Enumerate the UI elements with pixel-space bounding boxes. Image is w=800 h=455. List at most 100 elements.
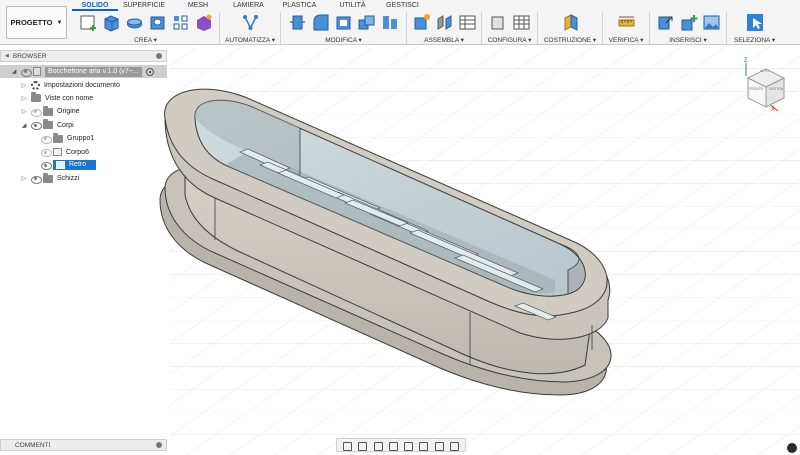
viewcube-face-right[interactable]: DESTRA bbox=[769, 87, 783, 91]
collapse-triangle-icon[interactable]: ◢ bbox=[10, 68, 18, 75]
folder-icon bbox=[43, 119, 53, 130]
activate-radio-icon[interactable] bbox=[145, 67, 154, 76]
tree-item-origin[interactable]: ▷ Origine bbox=[0, 105, 167, 118]
visibility-eye-icon[interactable] bbox=[41, 162, 52, 171]
tab-plastica[interactable]: PLASTICA bbox=[271, 0, 328, 11]
ribbon-label-automatizza[interactable]: AUTOMATIZZA ▾ bbox=[220, 36, 280, 44]
ribbon-group-costruzione: COSTRUZIONE ▾ bbox=[538, 12, 603, 45]
automate-icon[interactable] bbox=[241, 13, 260, 32]
fillet-icon[interactable] bbox=[311, 13, 330, 32]
visibility-eye-icon[interactable] bbox=[41, 135, 52, 144]
ribbon-label-inserisci[interactable]: INSERISCI ▾ bbox=[650, 36, 726, 44]
joint-icon[interactable] bbox=[435, 13, 454, 32]
ribbon-label-modifica[interactable]: MODIFICA ▾ bbox=[281, 36, 406, 44]
tree-item-named-views[interactable]: ▷ Viste con nome bbox=[0, 92, 167, 105]
tree-item-corpo6[interactable]: Corpo6 bbox=[0, 145, 167, 158]
tab-mesh[interactable]: MESH bbox=[170, 0, 226, 11]
workspace-switcher[interactable]: PROGETTO ▼ bbox=[6, 6, 67, 39]
grid-snaps-icon[interactable] bbox=[434, 441, 445, 451]
new-component-icon[interactable] bbox=[412, 13, 431, 32]
collapse-triangle-icon[interactable]: ◢ bbox=[20, 122, 28, 129]
tab-lamiera[interactable]: LAMIERA bbox=[226, 0, 271, 11]
hole-icon[interactable] bbox=[148, 13, 167, 32]
tree-item-label: Viste con nome bbox=[45, 94, 94, 102]
ribbon-label-seleziona[interactable]: SELEZIONA ▾ bbox=[727, 36, 782, 44]
browser-tree: ◢ Bocchettone aria v.1.0 (v7~... ▷ Impos… bbox=[0, 62, 167, 186]
shell-icon[interactable] bbox=[334, 13, 353, 32]
tree-item-label: Bocchettone aria v.1.0 (v7~... bbox=[45, 66, 142, 77]
expand-triangle-icon[interactable]: ▷ bbox=[20, 95, 28, 102]
extrude-icon[interactable] bbox=[102, 13, 121, 32]
configure-icon[interactable] bbox=[489, 13, 508, 32]
tab-utilita[interactable]: UTILITÀ bbox=[328, 0, 377, 11]
viewcube-face-top[interactable]: ALTO bbox=[760, 69, 769, 73]
look-at-icon[interactable] bbox=[357, 441, 368, 451]
tab-superficie[interactable]: SUPERFICIE bbox=[118, 0, 170, 11]
tab-gestisci[interactable]: GESTISCI bbox=[377, 0, 428, 11]
collapse-triangle-icon[interactable]: ◀ bbox=[5, 53, 9, 59]
ribbon-label-verifica[interactable]: VERIFICA ▾ bbox=[603, 36, 649, 44]
fit-icon[interactable] bbox=[403, 441, 414, 451]
ribbon-group-inserisci: INSERISCI ▾ bbox=[650, 12, 727, 45]
revolve-icon[interactable] bbox=[125, 13, 144, 32]
align-icon[interactable] bbox=[380, 13, 399, 32]
tree-item-gruppo1[interactable]: Gruppo1 bbox=[0, 132, 167, 145]
insert-image-icon[interactable] bbox=[702, 13, 721, 32]
ribbon-label-configura[interactable]: CONFIGURA ▾ bbox=[482, 36, 537, 44]
zoom-icon[interactable] bbox=[388, 441, 399, 451]
tab-solido[interactable]: SOLIDO bbox=[72, 0, 118, 11]
visibility-eye-icon[interactable] bbox=[31, 108, 42, 117]
ribbon-label-costruzione[interactable]: COSTRUZIONE ▾ bbox=[538, 36, 602, 44]
tab-bar: SOLIDO SUPERFICIE MESH LAMIERA PLASTICA … bbox=[72, 0, 428, 11]
ribbon-group-crea: CREA ▾ bbox=[72, 12, 220, 45]
pan-hand-icon[interactable] bbox=[373, 441, 384, 451]
ribbon-group-configura: CONFIGURA ▾ bbox=[482, 12, 538, 45]
body-icon bbox=[56, 161, 65, 170]
new-sketch-icon[interactable] bbox=[79, 13, 98, 32]
browser-header[interactable]: ◀ BROWSER bbox=[0, 50, 167, 62]
add-comment-icon[interactable] bbox=[156, 442, 162, 448]
insert-mesh-icon[interactable] bbox=[679, 13, 698, 32]
toolbar: PROGETTO ▼ SOLIDO SUPERFICIE MESH LAMIER… bbox=[0, 0, 800, 45]
ribbon-label-assembla[interactable]: ASSEMBLA ▾ bbox=[407, 36, 481, 44]
body-icon bbox=[53, 148, 62, 157]
tree-item-label: Corpo6 bbox=[66, 148, 89, 156]
panel-pin-icon[interactable] bbox=[156, 53, 162, 59]
visibility-eye-icon[interactable] bbox=[31, 122, 42, 131]
viewports-icon[interactable] bbox=[449, 441, 460, 451]
visibility-eye-icon[interactable] bbox=[31, 175, 42, 184]
ribbon-label-crea[interactable]: CREA ▾ bbox=[72, 36, 219, 44]
visibility-eye-icon[interactable] bbox=[21, 68, 32, 77]
comments-header[interactable]: COMMENTI bbox=[0, 439, 167, 451]
expand-triangle-icon[interactable]: ▷ bbox=[20, 175, 28, 182]
folder-icon bbox=[53, 132, 63, 143]
ribbon-group-verifica: VERIFICA ▾ bbox=[603, 12, 650, 45]
create-form-icon[interactable] bbox=[194, 13, 213, 32]
tree-item-sketches[interactable]: ▷ Schizzi bbox=[0, 172, 167, 185]
ribbon-group-seleziona: SELEZIONA ▾ bbox=[727, 12, 782, 45]
viewcube[interactable]: Z X ALTO FRONTE DESTRA bbox=[738, 58, 788, 116]
help-badge-icon[interactable] bbox=[787, 443, 797, 453]
orbit-icon[interactable] bbox=[342, 441, 353, 451]
viewcube-face-front[interactable]: FRONTE bbox=[749, 87, 763, 91]
table-icon[interactable] bbox=[512, 13, 531, 32]
select-icon[interactable] bbox=[745, 13, 764, 32]
tree-item-settings[interactable]: ▷ Impostazioni documento bbox=[0, 78, 167, 91]
expand-triangle-icon[interactable]: ▷ bbox=[20, 82, 28, 89]
tree-item-root[interactable]: ◢ Bocchettone aria v.1.0 (v7~... bbox=[0, 65, 167, 79]
insert-derive-icon[interactable] bbox=[656, 13, 675, 32]
offset-plane-icon[interactable] bbox=[561, 13, 580, 32]
expand-triangle-icon[interactable]: ▷ bbox=[20, 108, 28, 115]
gear-icon bbox=[31, 80, 40, 90]
as-built-joint-icon[interactable] bbox=[458, 13, 477, 32]
rectangular-pattern-icon[interactable] bbox=[171, 13, 190, 32]
press-pull-icon[interactable] bbox=[288, 13, 307, 32]
combine-icon[interactable] bbox=[357, 13, 376, 32]
display-settings-icon[interactable] bbox=[418, 441, 429, 451]
measure-icon[interactable] bbox=[617, 13, 636, 32]
visibility-eye-icon[interactable] bbox=[41, 149, 52, 158]
tree-item-label: Corpi bbox=[57, 121, 74, 129]
tree-item-bodies[interactable]: ◢ Corpi bbox=[0, 119, 167, 132]
ribbon-group-assembla: ASSEMBLA ▾ bbox=[407, 12, 482, 45]
tree-item-retro[interactable]: Retro bbox=[0, 159, 167, 172]
